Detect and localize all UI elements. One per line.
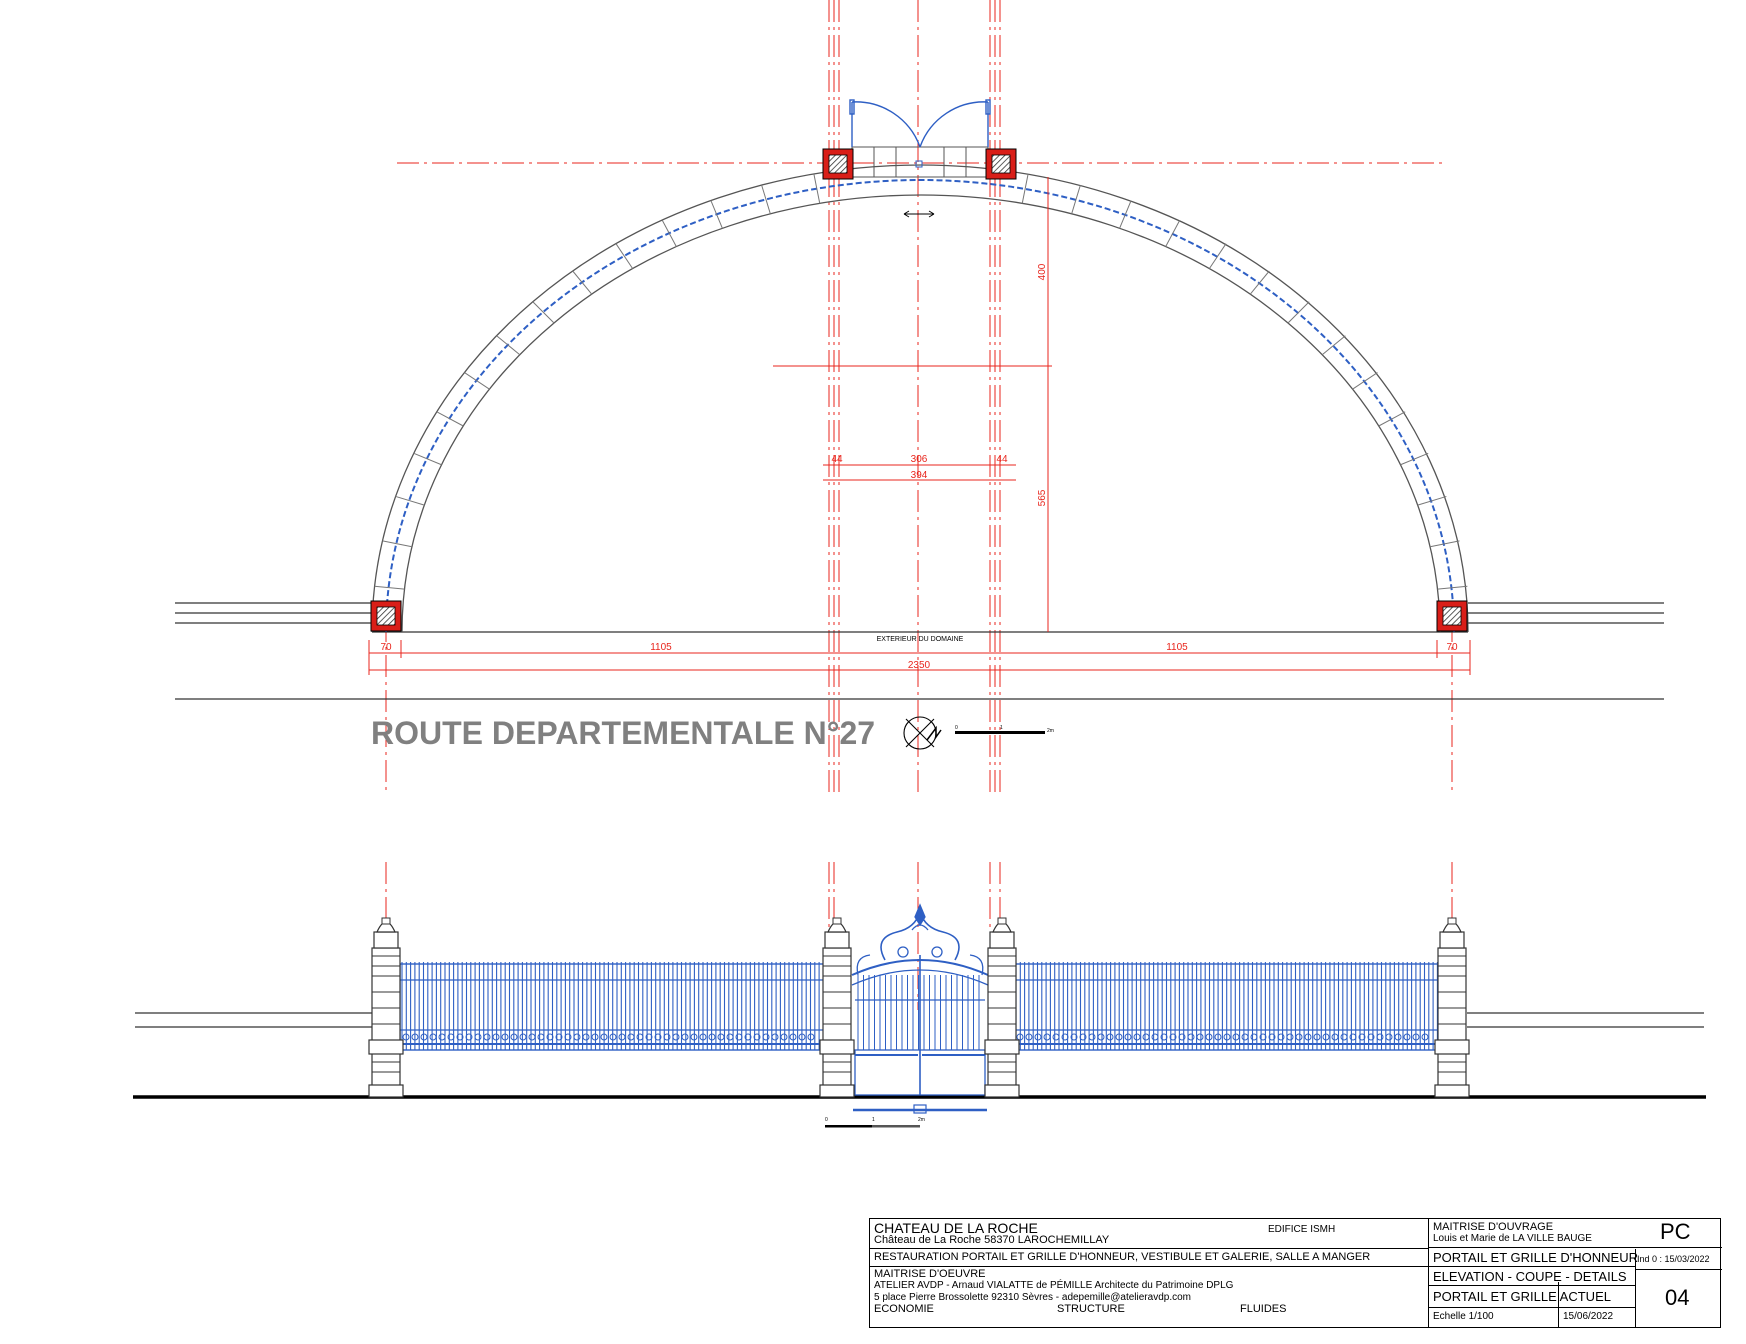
exterior-label: EXTERIEUR DU DOMAINE (877, 636, 964, 643)
plan-view: 44 306 44 394 400 565 70 1105 1105 70 23… (175, 0, 1664, 1010)
scale-bottom-2: 2m (918, 1117, 925, 1123)
lot-structure: STRUCTURE (1057, 1303, 1125, 1315)
lot-fluides: FLUIDES (1240, 1303, 1287, 1315)
fence-left (399, 962, 825, 1051)
moe-line2: 5 place Pierre Brossolette 92310 Sèvres … (874, 1292, 1191, 1303)
project-description: RESTAURATION PORTAIL ET GRILLE D'HONNEUR… (874, 1251, 1371, 1263)
dim-565: 565 (1037, 489, 1048, 506)
project-title: CHATEAU DE LA ROCHE (874, 1220, 1038, 1236)
road-label: ROUTE DEPARTEMENTALE N°27 (371, 715, 875, 751)
construction-axes (385, 0, 1453, 1010)
moe-line1: ATELIER AVDP - Arnaud VIALATTE de PÉMILL… (874, 1280, 1234, 1291)
dim-1105-right: 1105 (1166, 642, 1188, 653)
title-block: CHATEAU DE LA ROCHE EDIFICE ISMH Château… (869, 1218, 1722, 1328)
sheet-number: 04 (1665, 1285, 1690, 1310)
project-status: EDIFICE ISMH (1268, 1224, 1336, 1235)
scale-bottom-1: 1 (872, 1117, 875, 1123)
scale-bottom-0: 0 (825, 1117, 828, 1123)
dim-306: 306 (911, 454, 928, 465)
dim-394: 394 (911, 470, 928, 481)
dim-44-right: 44 (996, 454, 1008, 465)
dimension-labels: 44 306 44 394 400 565 70 1105 1105 70 23… (380, 263, 1458, 671)
phase: PC (1660, 1219, 1691, 1244)
scale-bar-plan: 0 1 2m (955, 725, 1054, 734)
project-address: Château de La Roche 58370 LAROCHEMILLAY (874, 1234, 1110, 1246)
gate-leaves-plan (849, 99, 991, 218)
elevation-view: 0 1 2m (133, 903, 1706, 1128)
dim-44-left: 44 (831, 454, 843, 465)
scale-top-0: 0 (955, 725, 958, 731)
scale-bar-elevation: 0 1 2m (825, 1104, 987, 1128)
mo-name: Louis et Marie de LA VILLE BAUGE (1433, 1233, 1592, 1244)
dim-400: 400 (1037, 263, 1048, 280)
fence-right (1013, 962, 1439, 1051)
dim-70-left: 70 (380, 642, 392, 653)
scale-top-2: 2m (1047, 728, 1054, 734)
pillars-plan (370, 148, 1468, 632)
sheet-state: PORTAIL ET GRILLE ACTUEL (1433, 1289, 1611, 1304)
architectural-drawing: 44 306 44 394 400 565 70 1105 1105 70 23… (133, 0, 1706, 1128)
gate-threshold (851, 146, 989, 178)
dim-2350: 2350 (908, 660, 931, 671)
dim-70-right: 70 (1446, 642, 1458, 653)
lot-economie: ECONOMIE (874, 1303, 934, 1315)
stone-arc (371, 164, 1469, 633)
dimension-lines (368, 177, 1471, 675)
north-arrow-icon (903, 716, 942, 750)
sheet-type: ELEVATION - COUPE - DETAILS (1433, 1269, 1627, 1284)
date: 15/06/2022 (1563, 1311, 1614, 1322)
sheet-object: PORTAIL ET GRILLE D'HONNEUR (1433, 1250, 1638, 1265)
dim-1105-left: 1105 (650, 642, 672, 653)
mo-title: MAITRISE D'OUVRAGE (1433, 1221, 1554, 1233)
scale: Echelle 1/100 (1433, 1311, 1494, 1322)
scale-top-1: 1 (1000, 725, 1003, 731)
moe-title: MAITRISE D'OEUVRE (874, 1268, 986, 1280)
index: Ind 0 : 15/03/2022 (1637, 1254, 1710, 1264)
